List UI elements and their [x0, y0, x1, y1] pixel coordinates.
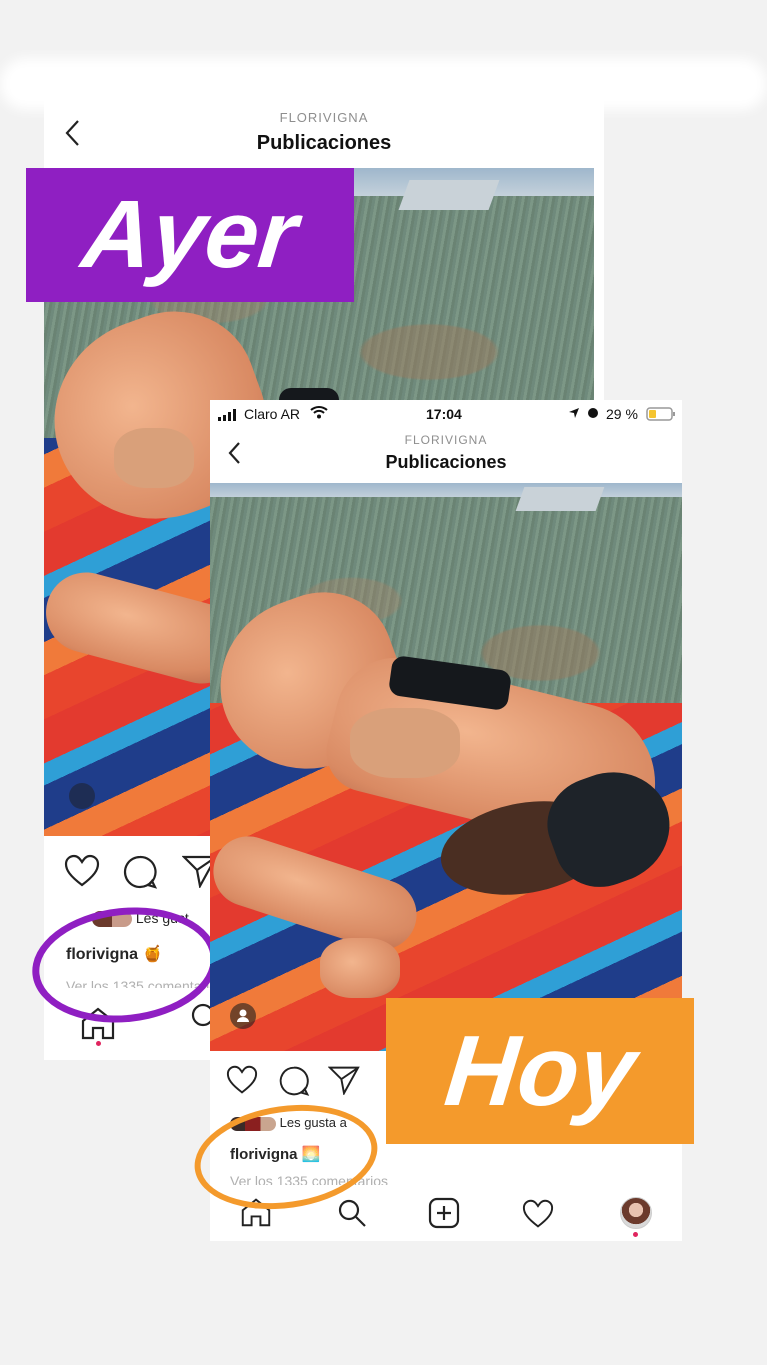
add-icon[interactable]	[428, 1197, 460, 1234]
status-time: 17:04	[426, 406, 462, 422]
wifi-icon	[310, 405, 328, 422]
search-icon[interactable]	[336, 1197, 368, 1234]
user-tag-icon[interactable]	[69, 783, 95, 809]
heart-icon[interactable]	[226, 1065, 258, 1100]
carrier-name: Claro AR	[244, 406, 301, 422]
label-ayer: Ayer	[26, 168, 354, 302]
activity-icon[interactable]	[522, 1199, 554, 1234]
label-hoy-text: Hoy	[439, 1014, 641, 1127]
label-ayer-text: Ayer	[77, 181, 303, 288]
header-title: Publicaciones	[256, 132, 392, 154]
share-icon[interactable]	[327, 1065, 360, 1100]
heart-icon[interactable]	[64, 854, 100, 893]
header-username: FLORIVIGNA	[279, 110, 369, 125]
profile-avatar-icon[interactable]	[620, 1197, 652, 1229]
header-title: Publicaciones	[385, 452, 507, 472]
status-bar: Claro AR 17:04 29 %	[210, 400, 682, 428]
label-hoy: Hoy	[386, 998, 694, 1144]
battery-icon	[646, 407, 676, 424]
location-icon	[568, 406, 580, 422]
user-tag-icon[interactable]	[230, 1003, 256, 1029]
battery-percent: 29 %	[606, 406, 638, 422]
front-post-photo[interactable]	[210, 483, 682, 1051]
comment-icon[interactable]	[278, 1065, 310, 1102]
header-username: FLORIVIGNA	[404, 433, 488, 447]
alarm-icon	[586, 405, 600, 422]
comment-icon[interactable]	[122, 854, 158, 895]
signal-icon	[218, 408, 240, 424]
